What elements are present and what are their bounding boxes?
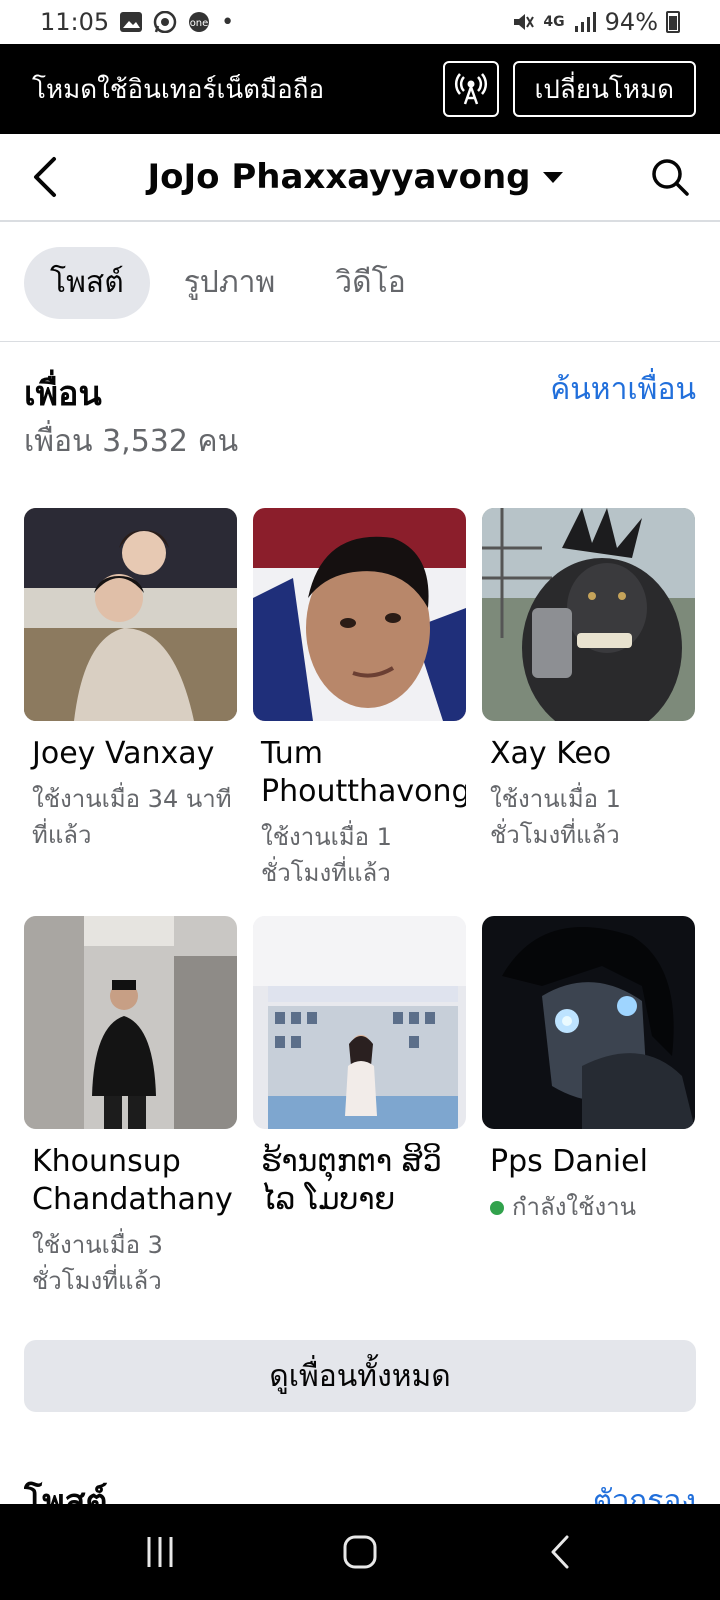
gallery-notification-icon [120,12,143,32]
switch-mode-button[interactable]: เปลี่ยนโหมด [512,61,696,117]
tab-videos[interactable]: วิดีโอ [309,247,431,319]
mode-banner-text: โหมดใช้อินเทอร์เน็ตมือถือ [32,74,325,105]
tab-posts[interactable]: โพสต์ [24,246,150,319]
posts-title: โพสต์ [24,1482,108,1504]
back-button[interactable] [0,133,90,221]
recent-apps-button[interactable] [120,1512,200,1592]
svg-text:one: one [190,18,209,29]
system-back-button[interactable] [520,1512,600,1592]
broadcast-mode-button[interactable] [442,61,499,117]
network-type-label: 4G [543,14,565,30]
friend-photo[interactable] [253,508,466,721]
friend-photo[interactable] [24,916,237,1129]
mute-icon [514,14,535,30]
battery-percent: 94% [604,8,658,36]
friend-name[interactable]: ຮ້ານຕຸກຕາ ສິວິໄລ ໂມບາຍ [253,1143,466,1219]
posts-section-header: โพสต์ ตัวกรอง [24,1470,696,1504]
back-arrow-icon [551,1535,569,1569]
friends-section-header: เพื่อน ค้นหาเพื่อน [24,366,696,420]
friend-last-active: ใช้งานเมื่อ 1 ชั่วโมงที่แล้ว [490,785,621,849]
profile-tabs: โพสต์ รูปภาพ วิดีโอ [0,224,720,342]
friend-card[interactable]: Khounsup Chandathany ใช้งานเมื่อ 3 ชั่วโ… [24,916,237,1324]
tab-photos[interactable]: รูปภาพ [158,247,302,319]
friend-card[interactable]: Joey Vanxay ใช้งานเมื่อ 34 นาทีที่แล้ว [24,508,237,916]
search-button[interactable] [620,133,720,221]
friend-photo[interactable] [482,916,695,1129]
friends-count: เพื่อน 3,532 คน [24,424,239,459]
search-icon [652,159,689,196]
profile-header: JoJo Phaxxayyavong [0,134,720,222]
friend-name[interactable]: Tum Phoutthavong [253,735,466,811]
mobile-data-mode-banner: โหมดใช้อินเทอร์เน็ตมือถือ เปลี่ยนโหมด [0,44,720,134]
friends-grid: Joey Vanxay ใช้งานเมื่อ 34 นาทีที่แล้ว T… [24,508,696,1324]
friend-photo[interactable] [24,508,237,721]
system-navigation-bar [0,1504,720,1600]
profile-name: JoJo Phaxxayyavong [147,157,531,197]
find-friends-link[interactable]: ค้นหาเพื่อน [550,366,696,413]
friend-card[interactable]: Pps Daniel กำลังใช้งาน [482,916,695,1324]
online-status-dot [490,1201,504,1215]
friend-card[interactable]: ຮ້ານຕຸກຕາ ສິວິໄລ ໂມບາຍ [253,916,466,1324]
friend-name[interactable]: Khounsup Chandathany [24,1143,237,1219]
friend-card[interactable]: Xay Keo ใช้งานเมื่อ 1 ชั่วโมงที่แล้ว [482,508,695,916]
recent-apps-icon [147,1537,173,1567]
status-time: 11:05 [40,8,110,36]
friend-last-active: ใช้งานเมื่อ 1 ชั่วโมงที่แล้ว [261,823,392,887]
antenna-icon [454,73,487,105]
signal-icon [574,12,596,32]
friend-card[interactable]: Tum Phoutthavong ใช้งานเมื่อ 1 ชั่วโมงที… [253,508,466,916]
status-bar: 11:05 one • 4G 94% [0,0,720,44]
friend-last-active: ใช้งานเมื่อ 34 นาทีที่แล้ว [32,785,232,849]
friend-photo[interactable] [253,916,466,1129]
friend-active-now: กำลังใช้งาน [482,1189,695,1225]
battery-icon [666,11,680,33]
home-button[interactable] [320,1512,400,1592]
profile-name-dropdown[interactable]: JoJo Phaxxayyavong [90,157,620,197]
friend-name[interactable]: Pps Daniel [482,1143,695,1181]
friends-title: เพื่อน [24,374,102,414]
more-notifications-dot-icon: • [221,9,235,35]
filter-link[interactable]: ตัวกรอง [593,1470,696,1504]
caret-down-icon [542,171,563,183]
friend-photo[interactable] [482,508,695,721]
friend-name[interactable]: Xay Keo [482,735,695,773]
friend-last-active: ใช้งานเมื่อ 3 ชั่วโมงที่แล้ว [32,1231,163,1295]
active-now-label: กำลังใช้งาน [512,1193,637,1221]
friend-name[interactable]: Joey Vanxay [24,735,237,773]
chevron-left-icon [34,157,56,197]
one-app-notification-icon: one [189,12,210,32]
home-icon [343,1535,377,1569]
see-all-friends-button[interactable]: ดูเพื่อนทั้งหมด [24,1340,696,1412]
whatsapp-notification-icon [153,11,177,33]
